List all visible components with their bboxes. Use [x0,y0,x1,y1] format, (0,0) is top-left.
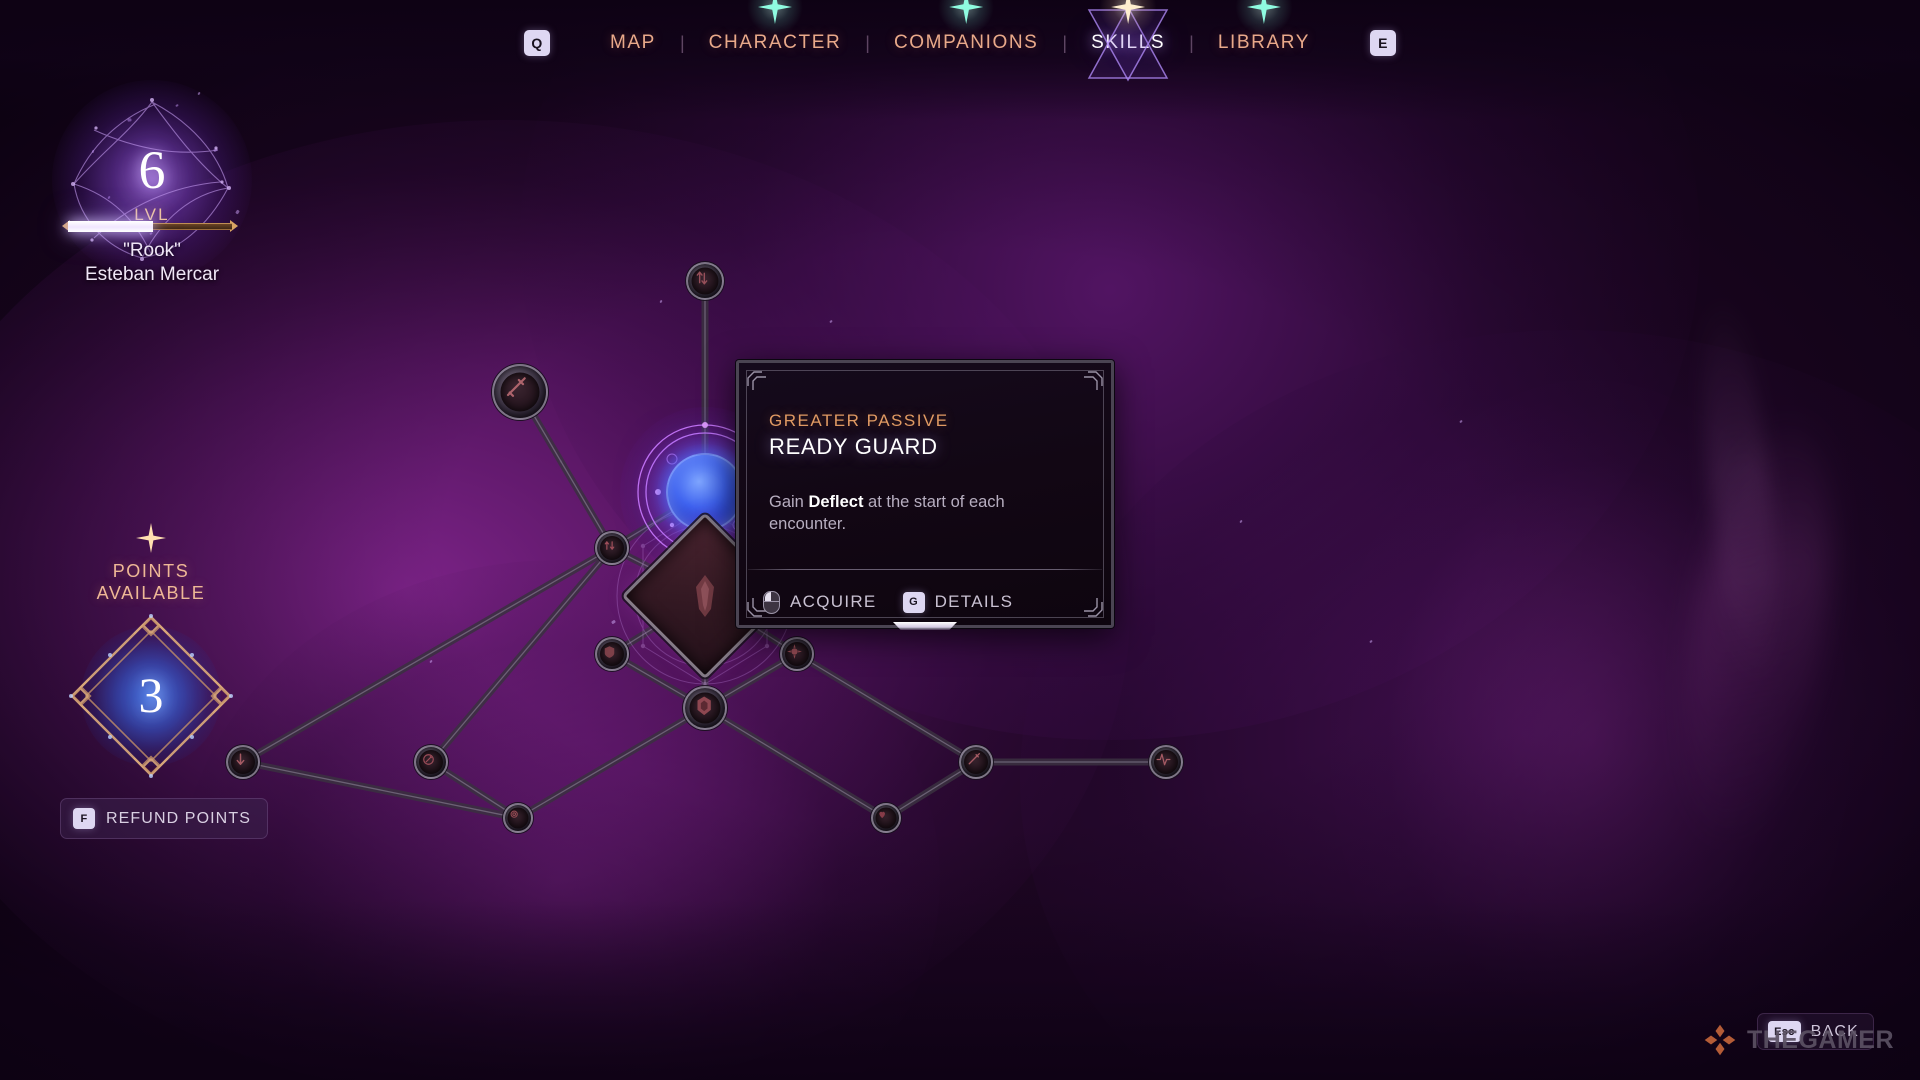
acquire-label: ACQUIRE [790,592,877,611]
nav-tab-map-label: MAP [609,32,656,53]
character-name: Esteban Mercar [84,264,220,285]
node-disc [500,372,540,412]
skill-node-dagger[interactable] [492,364,548,420]
details-button[interactable]: G DETAILS [902,591,1014,613]
compass-icon [423,754,434,765]
nav-separator: | [865,32,870,53]
nav-tab-companions-label: COMPANIONS [893,32,1039,53]
tooltip-corner-ornament [746,370,786,410]
points-label-line2: AVAILABLE [96,583,206,603]
tooltip-title: READY GUARD [769,434,938,459]
character-alias: "Rook" [123,240,181,261]
points-diamond: 3 [62,607,240,785]
site-watermark: THEGAMER [1702,1022,1894,1058]
nav-tab-skills[interactable]: SKILLS [1073,0,1183,82]
star-icon [1100,0,1157,35]
tooltip-pointer-caret [893,622,957,630]
skill-node-pulse[interactable] [1149,745,1183,779]
xp-bar [62,220,238,232]
points-value: 3 [138,666,164,723]
tooltip-corner-ornament [1064,370,1104,410]
skill-node-compass[interactable] [414,745,448,779]
swirl-icon [604,541,615,550]
heart-icon [879,811,885,819]
node-disc [1154,750,1178,774]
nav-tab-library-label: LIBRARY [1217,32,1310,53]
node-disc [964,750,988,774]
nav-separator: | [679,32,685,53]
left-mouse-button-icon [763,590,780,614]
thegamer-logo-icon [1704,1024,1736,1056]
skill-node-heart[interactable] [871,803,901,833]
skill-node-dual-arrow[interactable] [686,262,724,300]
node-disc [689,692,721,724]
shield-icon [604,646,615,658]
star-icon [746,0,803,35]
nav-inner: Q MAP | CHARACTER | COMPANIONS | SKILLS … [523,0,1396,82]
tooltip-desc-keyword: Deflect [808,493,864,511]
star-icon [1235,0,1292,35]
node-disc [785,642,809,666]
nav-tab-character[interactable]: CHARACTER [691,0,860,73]
node-disc [691,267,719,295]
burst-icon [787,644,802,659]
tooltip-description: Gain Deflect at the start of each encoun… [769,491,1039,535]
blade-icon [968,753,980,765]
tooltip-desc-prefix: Gain [769,493,809,511]
character-level-panel: 6 LVL "Rook" Esteban Mercar [0,80,320,312]
node-disc [507,807,529,829]
refund-points-label: REFUND POINTS [106,809,251,827]
node-disc [875,807,897,829]
xp-bar-fill [68,221,154,232]
nav-tab-character-label: CHARACTER [708,32,842,53]
skill-tooltip-panel: GREATER PASSIVE READY GUARD Gain Deflect… [736,360,1114,630]
dagger-icon [506,377,526,397]
node-disc [419,750,443,774]
nav-tab-skills-label: SKILLS [1091,32,1166,53]
acquire-button[interactable]: ACQUIRE [763,590,877,614]
node-disc [600,642,624,666]
skill-node-shield[interactable] [595,637,629,671]
tooltip-category: GREATER PASSIVE [769,411,949,430]
refund-points-key: F [73,808,95,829]
skill-node-blade[interactable] [959,745,993,779]
nav-tab-library[interactable]: LIBRARY [1200,0,1328,73]
main-navigation: Q MAP | CHARACTER | COMPANIONS | SKILLS … [0,0,1920,86]
details-label: DETAILS [934,592,1014,611]
nav-tab-companions[interactable]: COMPANIONS [876,0,1056,73]
nav-prev-key[interactable]: Q [523,30,550,56]
bottom-gradient-scrim [0,900,1920,1080]
details-key: G [902,591,925,613]
nav-next-key[interactable]: E [1370,30,1396,56]
level-value: 6 [138,140,166,200]
points-label-line1: POINTS [112,561,190,581]
tooltip-divider [748,569,1102,570]
skill-node-ring[interactable] [503,803,533,833]
skill-node-burst[interactable] [780,637,814,671]
greater-passive-icon [696,575,714,617]
skill-node-crest[interactable] [683,686,727,730]
points-star-icon [136,523,166,553]
crest-icon [697,696,711,716]
tooltip-content: GREATER PASSIVE READY GUARD Gain Deflect… [769,411,1087,535]
nav-tab-map[interactable]: MAP [592,13,674,73]
pulse-icon [1156,753,1171,766]
ring-icon [510,810,518,818]
refund-points-button[interactable]: F REFUND POINTS [60,798,268,839]
tooltip-action-bar: ACQUIRE G DETAILS [763,585,1095,619]
dual-arrow-icon [696,271,708,285]
star-icon [938,0,995,35]
points-available-label: POINTS AVAILABLE [21,560,281,604]
watermark-text: THEGAMER [1746,1025,1894,1054]
nav-separator: | [1189,32,1194,53]
nav-separator: | [1062,32,1068,53]
game-screen: Q MAP | CHARACTER | COMPANIONS | SKILLS … [0,0,1920,1080]
